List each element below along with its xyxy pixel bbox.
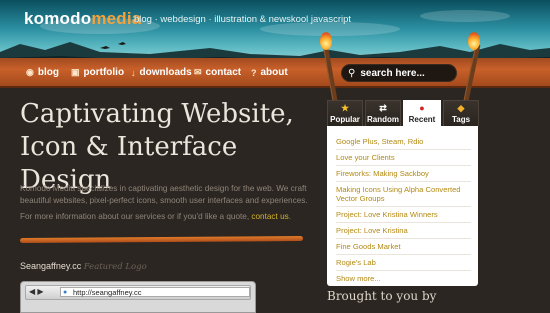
cloud [420,10,510,22]
list-item[interactable]: Making Icons Using Alpha Converted Vecto… [336,182,471,207]
nav-contact[interactable]: ✉ contact [194,67,241,78]
nav-about[interactable]: ? about [251,67,288,78]
tab-popular[interactable]: ★ Popular [327,100,363,126]
site-logo[interactable]: komodomedia [24,9,141,29]
tab-recent-label: Recent [408,115,436,124]
list-item[interactable]: Project: Love Kristina Winners [336,207,471,223]
clock-icon: ● [419,103,425,113]
logo-komodo: komodo [24,9,92,28]
header-landscape: komodomedia blog · webdesign · illustrat… [0,0,550,62]
tab-random-label: Random [367,115,399,124]
contact-text: For more information about our services … [20,212,250,221]
nav-contact-label: contact [205,67,242,78]
search-input[interactable]: ⚲ search here... [341,64,457,82]
globe-icon: ● [63,289,68,296]
search-placeholder: search here... [360,67,425,79]
search-icon: ⚲ [348,67,356,79]
recent-posts-list: Google Plus, Steam, Rdio Love your Clien… [327,126,478,286]
star-icon: ★ [340,103,350,113]
browser-url: http://seangaffney.cc [73,288,142,297]
contact-paragraph: For more information about our services … [20,212,320,221]
tab-tags-label: Tags [451,115,471,124]
featured-browser-preview[interactable]: ◀ ▶ ● http://seangaffney.cc [20,281,256,313]
tab-popular-label: Popular [330,115,360,124]
headline-line-1: Captivating Website, [20,99,294,129]
sidebar-tabs: ★ Popular ⇄ Random ● Recent ◆ Tags [327,100,479,126]
tab-tags[interactable]: ◆ Tags [443,100,479,126]
featured-caption: Seangaffney.cc Featured Logo [20,261,147,272]
list-item[interactable]: Rogie's Lab [336,255,471,271]
nav-portfolio[interactable]: ▣ portfolio [71,67,124,78]
browser-toolbar: ◀ ▶ ● http://seangaffney.cc [25,285,251,300]
nav-downloads-label: downloads [139,67,192,78]
nav-about-label: about [260,67,288,78]
nav-portfolio-label: portfolio [83,67,125,78]
rss-icon: ◉ [26,67,34,77]
shuffle-icon: ⇄ [379,103,387,113]
brush-divider [20,236,303,243]
folder-icon: ▣ [71,67,80,77]
tab-recent[interactable]: ● Recent [403,100,441,126]
list-item[interactable]: Fine Goods Market [336,239,471,255]
browser-address-bar: ● http://seangaffney.cc [60,287,250,297]
mail-icon: ✉ [194,67,202,77]
contact-end: . [288,212,291,221]
torch-flame [320,32,332,50]
browser-nav-arrows-icon: ◀ ▶ [29,287,44,296]
featured-label: Featured Logo [83,262,147,272]
tag-icon: ◆ [457,103,465,113]
nav-downloads[interactable]: ↓ downloads [131,67,192,78]
contact-us-link[interactable]: contact us [251,212,288,221]
brought-to-you-heading: Brought to you by [327,289,437,303]
list-item[interactable]: Project: Love Kristina [336,223,471,239]
download-icon: ↓ [131,67,136,78]
intro-paragraph: Komodo Media specializes in captivating … [20,184,308,205]
list-item[interactable]: Google Plus, Steam, Rdio [336,134,471,150]
list-item[interactable]: Fireworks: Making Sackboy [336,166,471,182]
recent-posts-panel: Google Plus, Steam, Rdio Love your Clien… [327,126,478,286]
nav-blog-label: blog [37,67,59,78]
show-more-link[interactable]: Show more... [336,271,471,286]
site-tagline: blog · webdesign · illustration & newsko… [134,14,352,25]
tab-random[interactable]: ⇄ Random [365,100,401,126]
featured-site-name[interactable]: Seangaffney.cc [20,261,81,271]
nav-blog[interactable]: ◉ blog [26,67,59,78]
list-item[interactable]: Love your Clients [336,150,471,166]
torch-flame [468,32,480,50]
question-icon: ? [251,67,257,78]
